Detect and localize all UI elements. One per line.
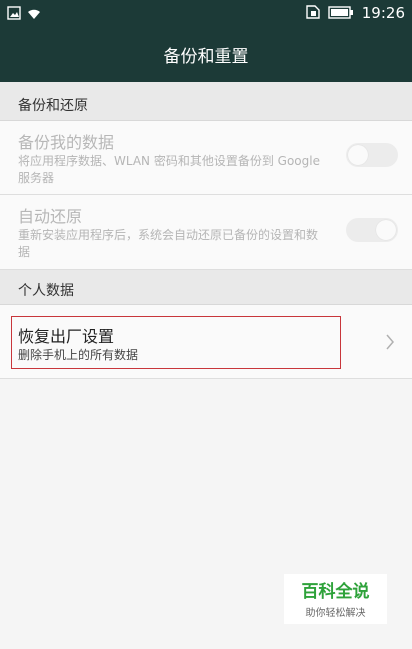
row-title: 备份我的数据 (18, 133, 115, 152)
backup-my-data-row[interactable]: 备份我的数据 将应用程序数据、WLAN 密码和其他设置备份到 Google 服务… (0, 121, 412, 195)
section-header-personal-data: 个人数据 (0, 270, 412, 305)
page-title: 备份和重置 (163, 47, 249, 67)
clock: 19:26 (361, 4, 405, 22)
watermark-subtitle: 助你轻松解决 (305, 608, 366, 619)
sim-icon (306, 4, 320, 23)
watermark: 百科全说 助你轻松解决 (284, 574, 387, 624)
watermark-title: 百科全说 (301, 582, 370, 602)
battery-icon (328, 4, 354, 23)
app-bar: 备份和重置 (0, 26, 412, 82)
status-bar: 19:26 (0, 0, 412, 26)
image-icon (7, 5, 21, 24)
row-subtitle: 将应用程序数据、WLAN 密码和其他设置备份到 Google 服务器 (18, 154, 320, 185)
auto-restore-row[interactable]: 自动还原 重新安装应用程序后，系统会自动还原已备份的设置和数据 (0, 195, 412, 270)
toggle-knob (376, 220, 396, 240)
section-header-backup: 备份和还原 (0, 82, 412, 121)
section-header-label: 个人数据 (18, 283, 74, 299)
row-subtitle: 重新安装应用程序后，系统会自动还原已备份的设置和数据 (18, 228, 319, 259)
wifi-icon (27, 5, 41, 24)
chevron-right-icon (385, 333, 395, 355)
section-header-label: 备份和还原 (18, 98, 88, 114)
row-title: 自动还原 (18, 207, 83, 226)
toggle-knob (348, 145, 368, 165)
highlight-box (11, 316, 341, 369)
backup-toggle[interactable] (346, 143, 398, 167)
auto-restore-toggle[interactable] (346, 218, 398, 242)
